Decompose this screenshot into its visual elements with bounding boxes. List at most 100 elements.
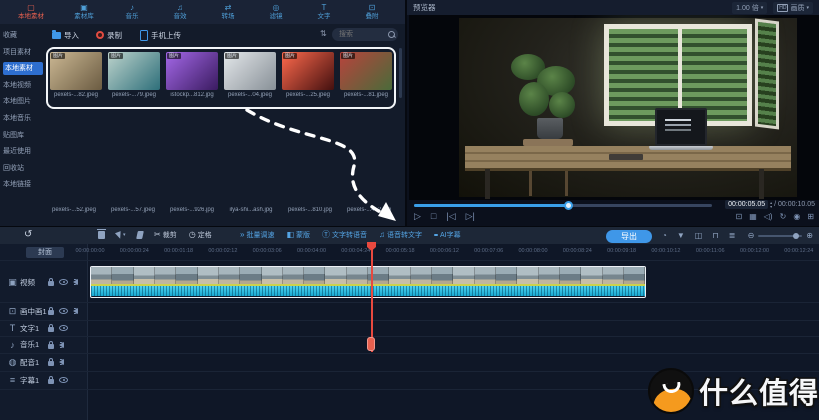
zoom-in-icon[interactable]: ⊕ — [806, 231, 813, 240]
tab-music[interactable]: 音乐 — [108, 0, 156, 24]
export-button[interactable]: 导出 — [606, 230, 652, 243]
filmstrip-frame — [624, 267, 645, 284]
media-scrollbar[interactable] — [399, 48, 402, 98]
settings-icon[interactable] — [793, 212, 800, 222]
prev-frame-icon[interactable] — [446, 211, 455, 221]
tool-stt[interactable]: 语音转文字 — [379, 230, 422, 240]
sidebar-item-5[interactable]: 本地音乐 — [3, 112, 43, 125]
record-button[interactable]: 录制 — [96, 28, 122, 42]
tab-filter[interactable]: 滤镜 — [252, 0, 300, 24]
lock-icon[interactable] — [48, 327, 54, 332]
mixer-icon[interactable] — [729, 231, 736, 240]
undo-icon[interactable]: ↺ — [24, 229, 32, 240]
tab-media[interactable]: 本地素材 — [2, 0, 60, 24]
next-frame-icon[interactable] — [466, 211, 475, 221]
preview-mode-icon[interactable] — [695, 231, 703, 240]
search-input[interactable] — [337, 30, 385, 39]
video-clip[interactable] — [90, 266, 646, 298]
tool-tts[interactable]: 文字转语音 — [322, 230, 367, 240]
phone-upload-button[interactable]: 手机上传 — [140, 28, 181, 42]
media-filename: istockp...812.jpg — [166, 92, 218, 98]
eye-icon[interactable] — [59, 308, 68, 314]
zoom-slider-handle[interactable] — [793, 233, 799, 239]
fullscreen-icon[interactable] — [807, 212, 814, 222]
eye-icon[interactable] — [59, 279, 68, 285]
tab-transition[interactable]: 转场 — [204, 0, 252, 24]
marker-icon[interactable] — [677, 231, 685, 240]
media-thumbnail[interactable]: 图片 — [108, 52, 160, 90]
history-icon[interactable] — [662, 231, 667, 240]
eye-icon[interactable] — [59, 325, 68, 331]
sidebar-item-2[interactable]: 本地素材 — [3, 62, 43, 75]
tool-mask[interactable]: 蒙版 — [286, 230, 310, 240]
record-label: 录制 — [107, 30, 122, 41]
tool-ai[interactable]: AI字幕 — [434, 230, 461, 240]
lock-icon[interactable] — [48, 344, 54, 349]
lock-icon[interactable] — [48, 361, 54, 366]
zoom-level-dropdown[interactable]: 1.00 倍 ▾ — [732, 2, 767, 14]
play-icon[interactable] — [414, 211, 421, 221]
media-thumbnail[interactable]: 图片 — [166, 52, 218, 90]
import-button[interactable]: 导入 — [52, 28, 79, 42]
zoom-out-icon[interactable]: ⊖ — [748, 231, 755, 240]
zoom-slider[interactable] — [758, 235, 802, 237]
cover-button[interactable]: 封面 — [26, 247, 64, 258]
quality-dropdown[interactable]: HD 画质 ▾ — [773, 2, 813, 14]
eye-icon[interactable] — [59, 377, 68, 383]
music-tab-icon — [130, 4, 134, 12]
current-time[interactable]: 00:00:05.05 — [725, 200, 768, 209]
lock-icon[interactable] — [48, 281, 54, 286]
timeline-option-icons — [662, 231, 735, 240]
tab-overlay[interactable]: 叠附 — [348, 0, 396, 24]
tool-scissors[interactable]: 裁剪 — [154, 230, 177, 240]
lock-icon[interactable] — [48, 310, 54, 315]
filmstrip-frame — [219, 267, 240, 284]
speaker-icon[interactable] — [59, 342, 64, 348]
sidebar-item-1[interactable]: 项目素材 — [3, 46, 43, 59]
preview-title: 预览器 — [413, 2, 436, 13]
volume-icon[interactable] — [764, 212, 773, 222]
folder-icon — [52, 32, 61, 39]
sidebar-item-8[interactable]: 回收站 — [3, 162, 43, 175]
grid-icon[interactable] — [749, 212, 757, 222]
loop-icon[interactable] — [780, 212, 787, 222]
razor-icon[interactable] — [136, 231, 144, 239]
laptop-screen — [655, 108, 707, 146]
tab-library[interactable]: 素材库 — [60, 0, 108, 24]
media-thumbnail[interactable]: 图片 — [224, 52, 276, 90]
lock-icon[interactable] — [48, 379, 54, 384]
media-type-badge: 图片 — [225, 53, 239, 59]
speaker-icon[interactable] — [73, 279, 78, 285]
speaker-icon[interactable] — [73, 308, 78, 314]
seek-bar[interactable] — [414, 204, 712, 207]
sidebar-item-4[interactable]: 本地图片 — [3, 95, 43, 108]
snapshot-icon[interactable] — [736, 212, 743, 222]
tool-label: 文字转语音 — [332, 230, 367, 240]
tab-sound[interactable]: 音效 — [156, 0, 204, 24]
media-filename: pexels-...52.jpeg — [46, 207, 102, 213]
media-thumbnail[interactable]: 图片 — [340, 52, 392, 90]
tool-freeze[interactable]: 定格 — [189, 230, 212, 240]
transition-tab-icon — [225, 4, 232, 12]
sidebar-item-9[interactable]: 本地链接 — [3, 178, 43, 191]
seek-handle[interactable] — [564, 201, 573, 210]
media-thumbnail[interactable]: 图片 — [282, 52, 334, 90]
playhead-grip[interactable] — [367, 337, 375, 351]
sort-icon[interactable]: ⇅ — [320, 29, 327, 38]
speaker-icon[interactable] — [59, 359, 64, 365]
sidebar-item-0[interactable]: 收藏 — [3, 29, 43, 42]
tool-speed[interactable]: 批量调速 — [240, 230, 274, 240]
import-label: 导入 — [64, 30, 79, 41]
tab-text[interactable]: 文字 — [300, 0, 348, 24]
preview-viewport[interactable] — [409, 15, 819, 200]
magnet-icon[interactable] — [712, 231, 718, 240]
ruler-label: 00:00:03:06 — [253, 248, 282, 254]
media-thumbnail[interactable]: 图片 — [50, 52, 102, 90]
select-icon[interactable]: ▾ — [116, 232, 126, 239]
sidebar-item-3[interactable]: 本地视频 — [3, 79, 43, 92]
sidebar-item-7[interactable]: 最近使用 — [3, 145, 43, 158]
stop-icon[interactable] — [431, 211, 436, 221]
time-stepper[interactable]: ▴▾ — [770, 201, 772, 209]
sidebar-item-6[interactable]: 贴图库 — [3, 129, 43, 142]
trash-icon[interactable] — [98, 231, 105, 239]
